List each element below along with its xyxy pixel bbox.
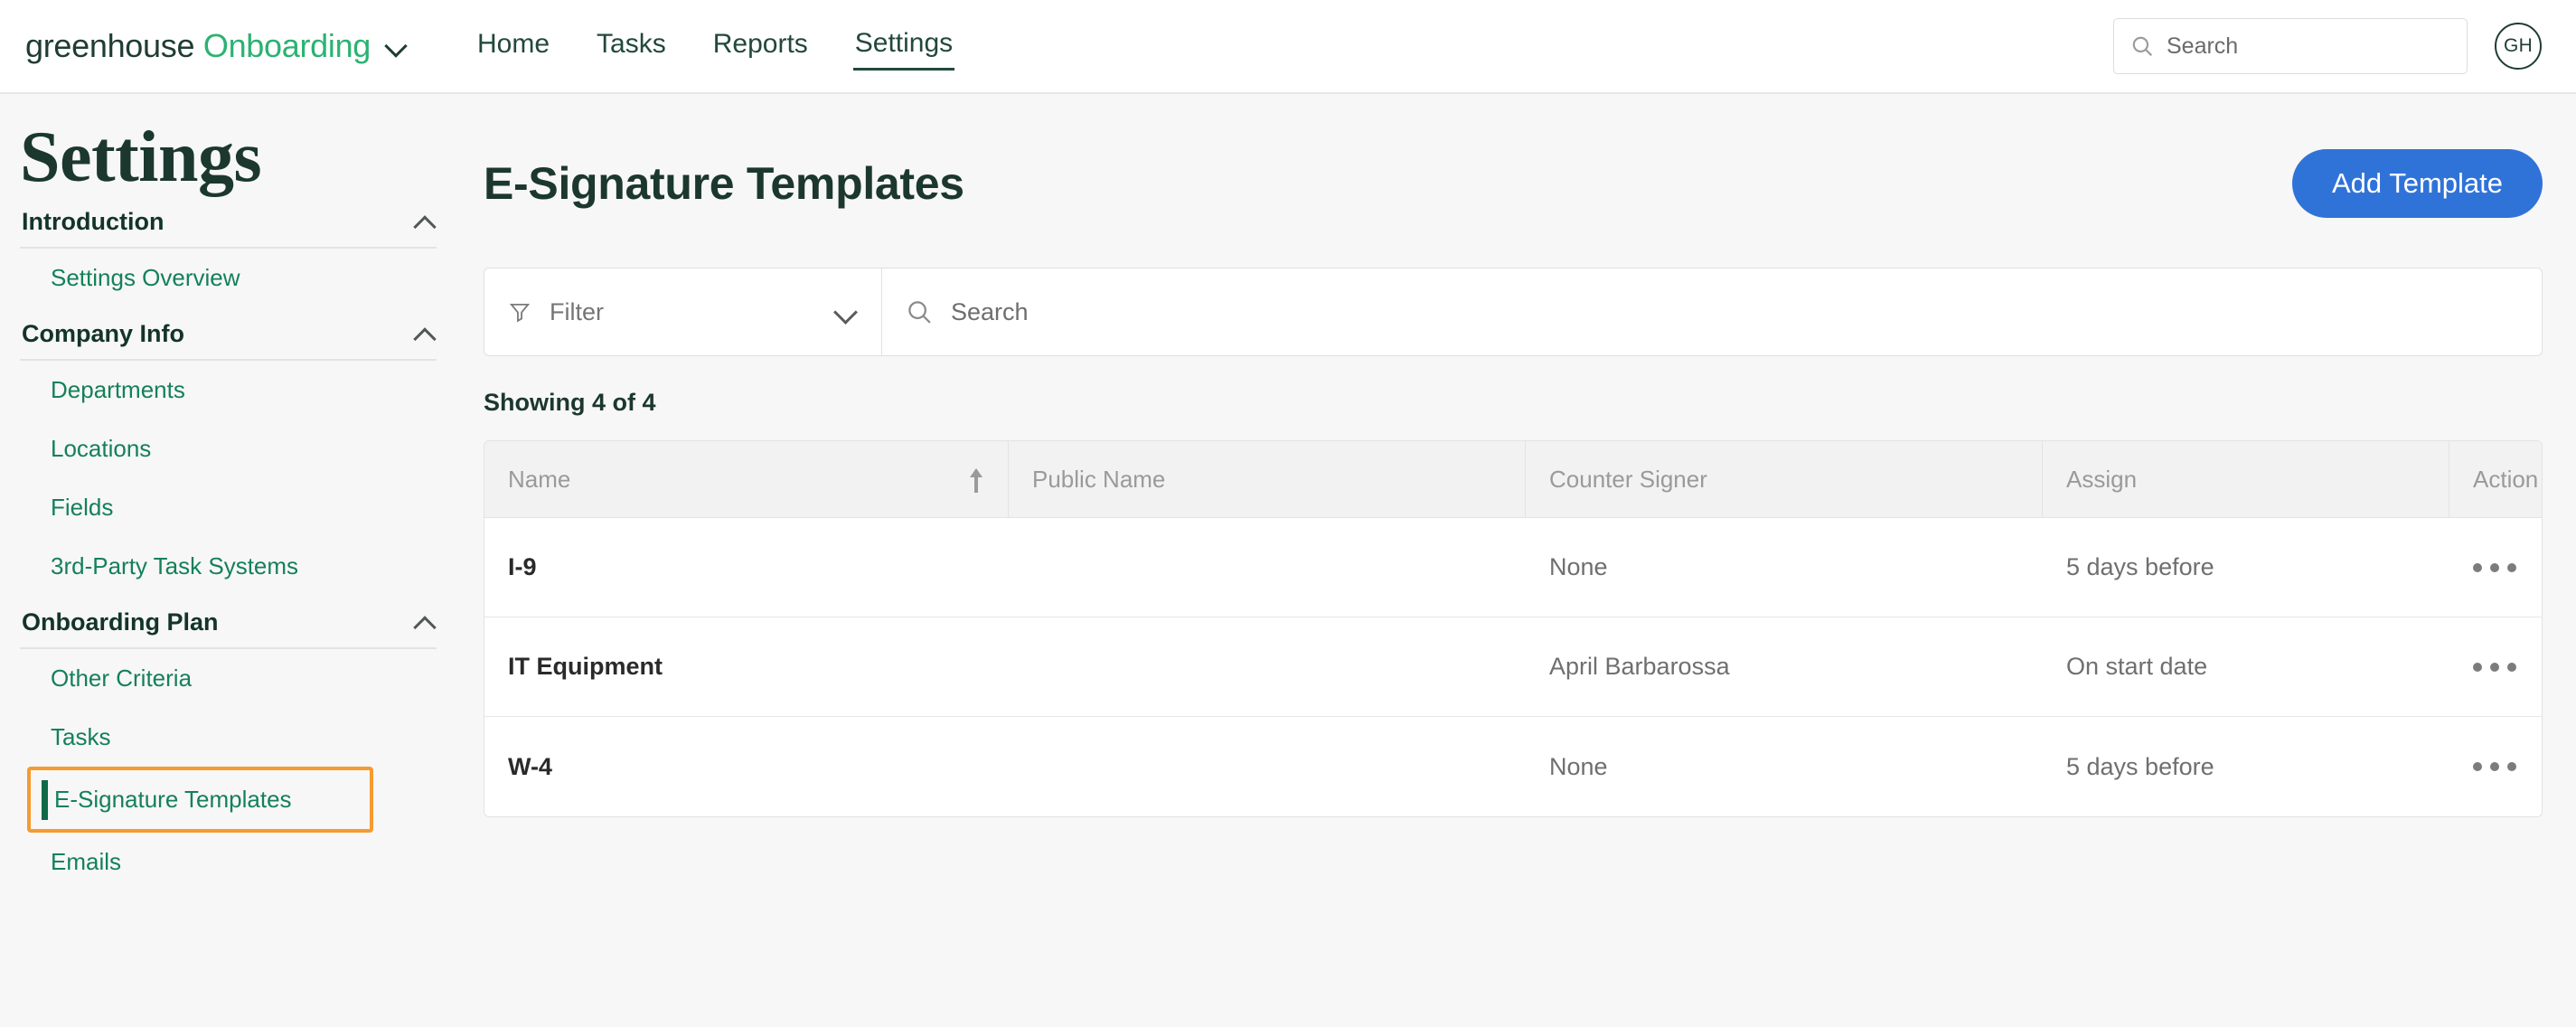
cell-name: W-4	[484, 717, 1009, 816]
nav-item-home[interactable]: Home	[475, 24, 551, 69]
sidebar-section-label-onboarding-plan: Onboarding Plan	[22, 608, 219, 636]
sidebar-section-company-info: Company Info Departments Locations Field…	[0, 307, 484, 596]
table-row[interactable]: I-9 None 5 days before	[484, 518, 2542, 617]
column-header-public-name[interactable]: Public Name	[1009, 441, 1526, 517]
main-page-title: E-Signature Templates	[484, 157, 964, 210]
cell-counter-signer: None	[1526, 717, 2043, 816]
cell-action	[2449, 717, 2542, 816]
sidebar-section-onboarding-plan: Onboarding Plan Other Criteria Tasks E-S…	[0, 596, 484, 891]
brand-logo[interactable]: greenhouse Onboarding	[25, 27, 409, 65]
cell-public-name	[1009, 717, 1526, 816]
page-title: Settings	[0, 94, 484, 195]
main-content: E-Signature Templates Add Template Filte…	[484, 94, 2576, 1027]
cell-name: I-9	[484, 518, 1009, 617]
column-header-name[interactable]: Name	[484, 441, 1009, 517]
primary-nav: Home Tasks Reports Settings	[475, 23, 954, 71]
sidebar-item-fields[interactable]: Fields	[20, 478, 437, 537]
avatar[interactable]: GH	[2495, 23, 2542, 70]
sidebar-item-tasks[interactable]: Tasks	[20, 708, 437, 767]
filter-search-bar: Filter Search	[484, 268, 2543, 356]
column-header-action-label: Action	[2473, 466, 2538, 494]
cell-counter-signer: None	[1526, 518, 2043, 617]
nav-item-settings[interactable]: Settings	[853, 23, 954, 71]
cell-assign: 5 days before	[2043, 717, 2449, 816]
global-search-input[interactable]: Search	[2113, 18, 2468, 74]
column-header-public-name-label: Public Name	[1032, 466, 1165, 494]
row-actions-menu-icon[interactable]	[2473, 563, 2516, 572]
sidebar-section-label-company-info: Company Info	[22, 320, 184, 348]
sidebar-section-header-onboarding-plan[interactable]: Onboarding Plan	[20, 596, 437, 649]
table-row[interactable]: IT Equipment April Barbarossa On start d…	[484, 617, 2542, 717]
sidebar-item-e-signature-templates[interactable]: E-Signature Templates	[31, 770, 370, 829]
sort-ascending-icon[interactable]	[968, 466, 984, 493]
sidebar-section-header-introduction[interactable]: Introduction	[20, 195, 437, 249]
brand-word-onboarding: Onboarding	[203, 27, 371, 64]
cell-public-name	[1009, 518, 1526, 617]
filter-icon	[508, 300, 531, 324]
chevron-down-icon[interactable]	[834, 304, 858, 320]
cell-public-name	[1009, 617, 1526, 716]
global-search-placeholder: Search	[2167, 33, 2238, 60]
top-navigation-bar: greenhouse Onboarding Home Tasks Reports…	[0, 0, 2576, 94]
cell-action	[2449, 617, 2542, 716]
chevron-up-icon[interactable]	[413, 327, 437, 342]
nav-item-tasks[interactable]: Tasks	[595, 24, 668, 69]
column-header-name-label: Name	[508, 466, 570, 494]
cell-action	[2449, 518, 2542, 617]
cell-assign: 5 days before	[2043, 518, 2449, 617]
sidebar-item-settings-overview[interactable]: Settings Overview	[20, 249, 437, 307]
column-header-action[interactable]: Action	[2449, 441, 2543, 517]
cell-name: IT Equipment	[484, 617, 1009, 716]
sidebar-item-3rd-party-task-systems[interactable]: 3rd-Party Task Systems	[20, 537, 437, 596]
row-actions-menu-icon[interactable]	[2473, 762, 2516, 771]
sidebar-section-introduction: Introduction Settings Overview	[0, 195, 484, 307]
chevron-up-icon[interactable]	[413, 616, 437, 630]
sidebar-item-emails[interactable]: Emails	[20, 833, 437, 891]
table-search-input[interactable]: Search	[882, 269, 2542, 355]
highlight-annotation-box: E-Signature Templates	[27, 767, 373, 833]
table-row[interactable]: W-4 None 5 days before	[484, 717, 2542, 816]
brand-logo-text: greenhouse Onboarding	[25, 27, 371, 65]
search-icon	[2130, 34, 2154, 58]
templates-table: Name Public Name Counter Signer Assign A…	[484, 440, 2543, 817]
add-template-button[interactable]: Add Template	[2292, 149, 2543, 218]
column-header-assign[interactable]: Assign	[2043, 441, 2449, 517]
settings-sidebar: Settings Introduction Settings Overview …	[0, 94, 484, 1027]
chevron-down-icon[interactable]	[385, 34, 409, 58]
nav-item-reports[interactable]: Reports	[711, 24, 810, 69]
top-nav-right-cluster: Search GH	[2113, 18, 2542, 74]
main-header: E-Signature Templates Add Template	[484, 119, 2543, 228]
table-search-placeholder: Search	[951, 298, 1029, 326]
row-actions-menu-icon[interactable]	[2473, 663, 2516, 672]
column-header-counter-signer-label: Counter Signer	[1549, 466, 1707, 494]
brand-word-greenhouse: greenhouse	[25, 27, 194, 64]
sidebar-item-other-criteria[interactable]: Other Criteria	[20, 649, 437, 708]
results-count: Showing 4 of 4	[484, 389, 2543, 417]
filter-label: Filter	[550, 298, 604, 326]
search-icon	[906, 298, 933, 325]
filter-dropdown[interactable]: Filter	[484, 269, 882, 355]
cell-counter-signer: April Barbarossa	[1526, 617, 2043, 716]
sidebar-section-header-company-info[interactable]: Company Info	[20, 307, 437, 361]
column-header-assign-label: Assign	[2066, 466, 2137, 494]
cell-assign: On start date	[2043, 617, 2449, 716]
sidebar-section-label-introduction: Introduction	[22, 208, 164, 236]
sidebar-item-locations[interactable]: Locations	[20, 419, 437, 478]
table-header-row: Name Public Name Counter Signer Assign A…	[484, 441, 2542, 518]
chevron-up-icon[interactable]	[413, 215, 437, 230]
page-body: Settings Introduction Settings Overview …	[0, 94, 2576, 1027]
sidebar-item-departments[interactable]: Departments	[20, 361, 437, 419]
column-header-counter-signer[interactable]: Counter Signer	[1526, 441, 2043, 517]
